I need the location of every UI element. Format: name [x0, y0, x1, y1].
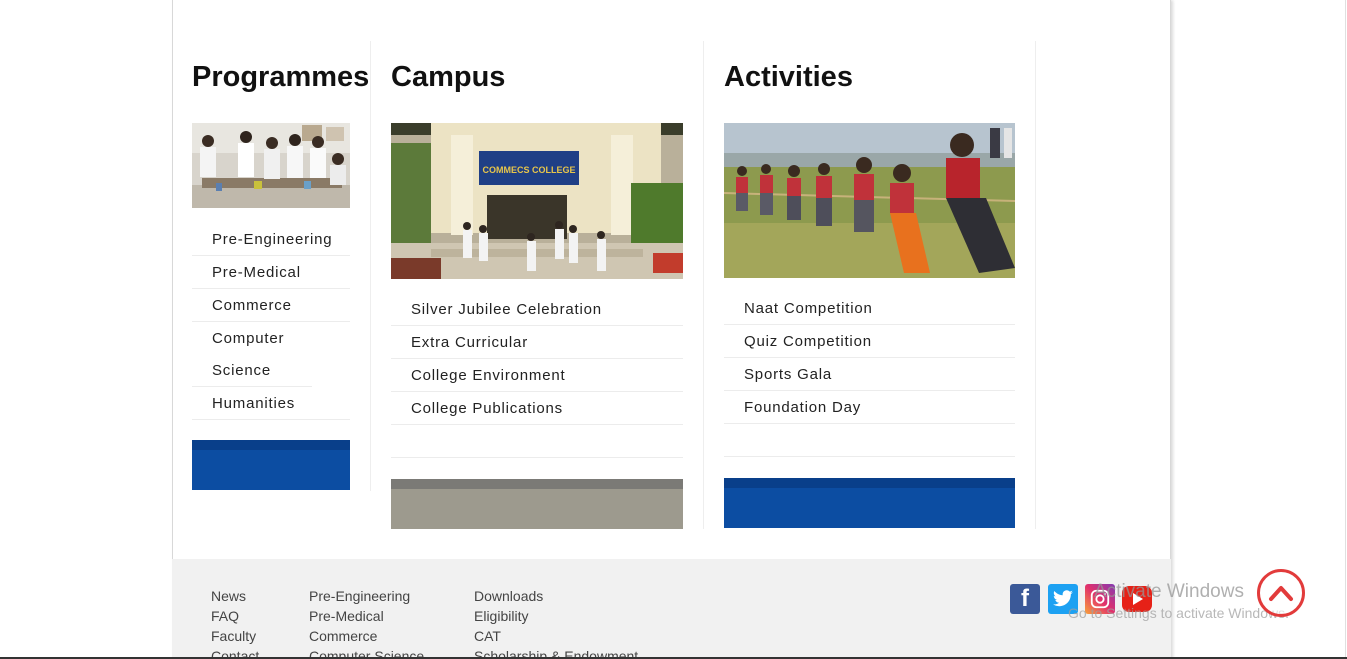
activities-image[interactable] — [724, 123, 1015, 278]
campus-image[interactable]: COMMECS COLLEGE — [391, 123, 683, 279]
footer-link[interactable]: Downloads — [474, 586, 638, 606]
footer-link[interactable]: FAQ — [211, 606, 259, 626]
programmes-item[interactable]: Pre-Medical — [192, 256, 350, 289]
facebook-icon[interactable]: f — [1010, 584, 1040, 614]
college-sign-text: COMMECS COLLEGE — [482, 165, 575, 175]
column-divider — [703, 41, 704, 529]
activities-item[interactable]: Foundation Day — [724, 391, 1015, 424]
campus-item[interactable]: Silver Jubilee Celebration — [391, 293, 683, 326]
facebook-glyph: f — [1021, 585, 1029, 612]
column-divider — [370, 41, 371, 491]
viewport-edge — [1345, 0, 1346, 659]
programmes-item[interactable]: Pre-Engineering — [192, 223, 350, 256]
programmes-item[interactable]: Humanities — [192, 387, 350, 420]
footer-link[interactable]: CAT — [474, 626, 638, 646]
activities-item[interactable]: Sports Gala — [724, 358, 1015, 391]
programmes-column: Programmes Pre-Engineering Pre-Medical C… — [192, 41, 370, 501]
activities-title: Activities — [724, 61, 853, 93]
footer-links-col2: Pre-Engineering Pre-Medical Commerce Com… — [309, 586, 424, 659]
activities-list: Naat Competition Quiz Competition Sports… — [724, 292, 1015, 457]
footer-link[interactable]: News — [211, 586, 259, 606]
programmes-item[interactable]: Commerce — [192, 289, 350, 322]
footer-link[interactable]: Eligibility — [474, 606, 638, 626]
lab-students-photo — [192, 123, 350, 208]
scroll-to-top-button[interactable] — [1257, 569, 1305, 617]
programmes-more-button[interactable] — [192, 440, 350, 490]
activities-more-button[interactable] — [724, 478, 1015, 528]
chevron-up-icon — [1269, 586, 1293, 601]
campus-item[interactable]: College Publications — [391, 392, 683, 425]
programmes-item[interactable]: Computer Science — [192, 322, 312, 387]
activities-item[interactable]: Naat Competition — [724, 292, 1015, 325]
college-building-photo: COMMECS COLLEGE — [391, 123, 683, 279]
footer-link[interactable]: Pre-Medical — [309, 606, 424, 626]
campus-list: Silver Jubilee Celebration Extra Curricu… — [391, 293, 683, 458]
column-divider — [1035, 41, 1036, 529]
campus-item[interactable]: Extra Curricular — [391, 326, 683, 359]
tug-of-war-photo — [724, 123, 1015, 278]
footer-link[interactable]: Commerce — [309, 626, 424, 646]
campus-item[interactable]: College Environment — [391, 359, 683, 392]
programmes-image[interactable] — [192, 123, 350, 208]
campus-list-spacer — [391, 425, 683, 458]
programmes-list: Pre-Engineering Pre-Medical Commerce Com… — [192, 223, 350, 420]
activities-list-spacer — [724, 424, 1015, 457]
activities-column: Activities Naat Competition Quiz Competi… — [724, 41, 1024, 541]
campus-title: Campus — [391, 61, 506, 93]
windows-activation-watermark-subtitle: Go to Settings to activate Windows. — [1068, 605, 1289, 621]
footer-links-col3: Downloads Eligibility CAT Scholarship & … — [474, 586, 638, 659]
campus-more-button[interactable] — [391, 479, 683, 529]
windows-activation-watermark-title: Activate Windows — [1094, 581, 1244, 602]
footer-link[interactable]: Pre-Engineering — [309, 586, 424, 606]
footer-link[interactable]: Faculty — [211, 626, 259, 646]
programmes-title: Programmes — [192, 61, 370, 93]
activities-item[interactable]: Quiz Competition — [724, 325, 1015, 358]
footer-links-col1: News FAQ Faculty Contact — [211, 586, 259, 659]
campus-column: Campus COMMECS COLLEGE Silver Jubilee Ce… — [391, 41, 691, 541]
